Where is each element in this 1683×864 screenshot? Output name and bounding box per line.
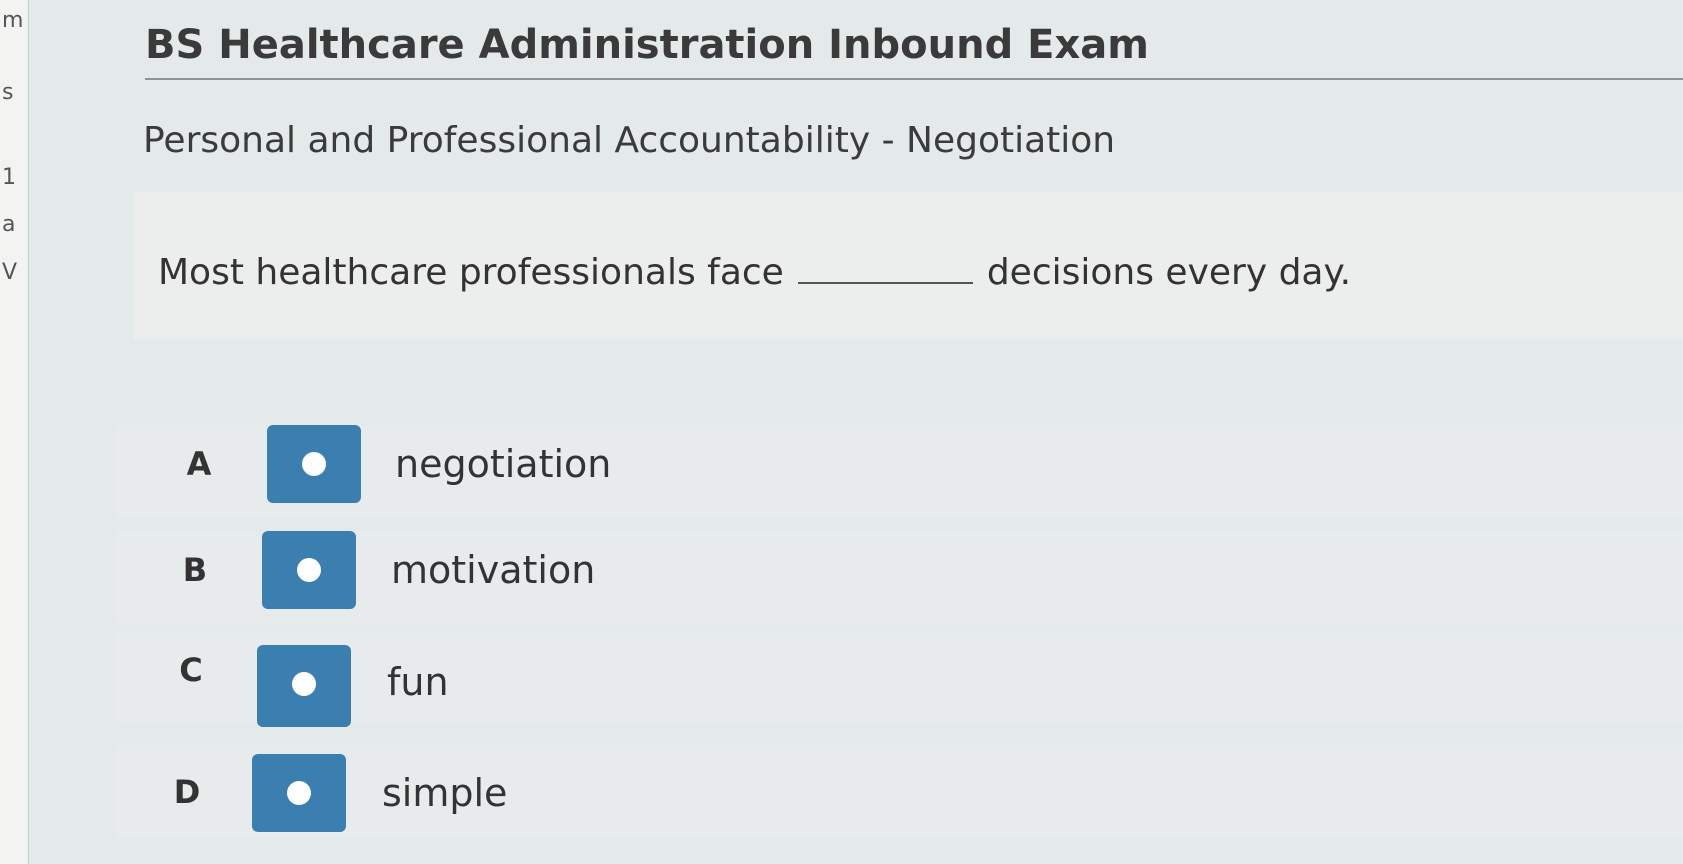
edge-fragment: s: [2, 80, 14, 105]
section-title: Personal and Professional Accountability…: [143, 120, 1116, 161]
option-label[interactable]: motivation: [391, 548, 595, 592]
option-label[interactable]: simple: [382, 771, 507, 815]
option-letter: B: [182, 551, 208, 589]
radio-button-d[interactable]: [252, 754, 346, 832]
answer-option-d[interactable]: D simple: [115, 745, 1683, 837]
question-text: Most healthcare professionals face decisi…: [158, 252, 1351, 293]
exam-title: BS Healthcare Administration Inbound Exa…: [145, 22, 1149, 68]
answer-blank: [797, 281, 973, 284]
edge-fragment: V: [2, 260, 18, 285]
edge-fragment: m: [2, 8, 24, 33]
option-letter: A: [186, 445, 212, 483]
radio-button-a[interactable]: [267, 425, 361, 503]
answer-option-a[interactable]: A negotiation: [115, 425, 1683, 517]
option-letter: C: [179, 651, 203, 689]
edge-fragment: 1: [2, 165, 16, 190]
edge-fragment: a: [2, 212, 16, 237]
option-label[interactable]: fun: [387, 660, 449, 704]
option-label[interactable]: negotiation: [395, 442, 611, 486]
adjacent-window-edge: m s 1 a V: [0, 0, 29, 864]
radio-dot-icon: [292, 672, 316, 696]
question-text-before: Most healthcare professionals face: [158, 252, 784, 293]
answer-option-b[interactable]: B motivation: [115, 531, 1683, 623]
radio-dot-icon: [302, 452, 326, 476]
option-letter: D: [173, 773, 201, 811]
question-text-after: decisions every day.: [986, 252, 1352, 293]
radio-dot-icon: [297, 558, 321, 582]
radio-button-b[interactable]: [262, 531, 356, 609]
radio-button-c[interactable]: [257, 645, 351, 727]
answer-option-c[interactable]: C fun: [115, 631, 1683, 727]
title-divider: [145, 78, 1683, 80]
radio-dot-icon: [287, 781, 311, 805]
